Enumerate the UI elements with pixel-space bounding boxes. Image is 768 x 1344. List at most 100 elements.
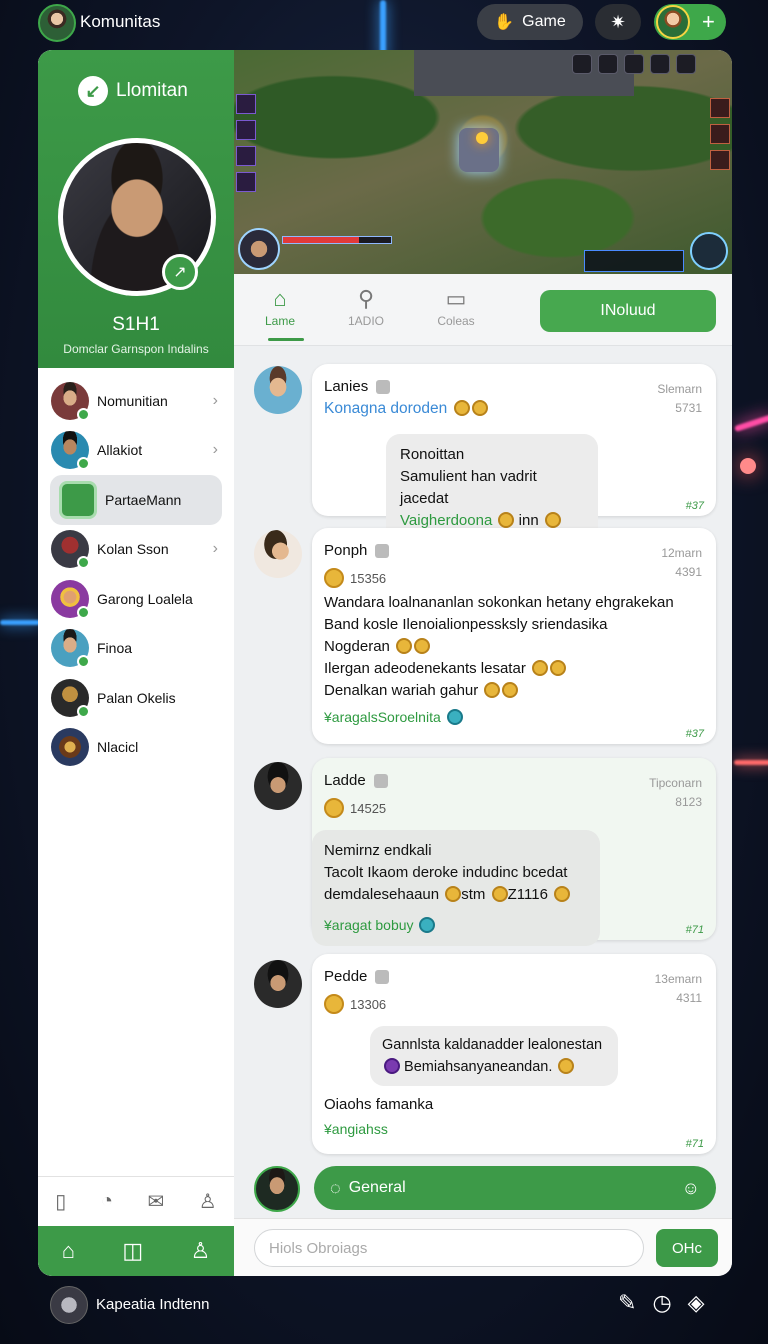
avatar[interactable] [254,530,302,578]
post-id: 4311 [676,991,702,1005]
game-screenshot[interactable] [234,50,732,274]
sidebar-item[interactable]: Finoa [38,624,234,674]
pen-icon[interactable]: ✎ [618,1290,636,1316]
sidebar-item[interactable]: Kolan Sson › [38,525,234,575]
post-card[interactable]: Pedde 13emarn 4311 13306 Gannlsta kaldana… [312,954,716,1154]
coin-icon [531,660,548,676]
quoted-message[interactable]: Ronoittan Samulient han vadrit jacedat V… [386,434,598,542]
profile-hero: ↙ Llomitan ↗ S1H1 Domclar Garnspon Indal… [38,50,234,368]
avatar[interactable] [254,762,302,810]
post-level: 15356 [324,568,386,588]
post-author: Ponph [324,542,390,559]
emoji-icon [446,709,463,725]
game-left-icons [236,94,256,192]
quote-link: Vaigherdoona [400,512,493,529]
settings-button[interactable]: ✷ [595,4,641,40]
home-icon: ⌂ [273,286,287,311]
profile-icon[interactable]: ♙ [191,1238,211,1264]
channel-selector[interactable]: ◌ General ☺ [314,1166,716,1210]
community-avatar[interactable] [38,4,76,42]
tab-home[interactable]: ⌂ Lame [250,284,310,341]
sidebar-item-active[interactable]: PartaeMann [50,475,222,525]
coin-icon [445,886,462,902]
sidebar-item[interactable]: Palan Okelis [38,673,234,723]
tab-action-button[interactable]: INoluud [540,290,716,332]
neon-streak [734,760,768,765]
clipboard-icon[interactable]: ▯ [55,1189,66,1214]
quote-line: demdalesehaaun [324,886,440,903]
coin-icon [558,1058,575,1074]
send-button[interactable]: OHc [656,1229,718,1267]
sidebar-item[interactable]: Nlacicl [38,723,234,773]
app-window: ↙ Llomitan ↗ S1H1 Domclar Garnspon Indal… [38,50,732,1276]
message-input[interactable] [254,1229,644,1267]
book-icon[interactable]: ◫ [122,1238,143,1264]
post-link[interactable]: ¥aragat bobuy [324,917,414,933]
avatar[interactable] [254,1166,300,1212]
plus-icon: + [702,9,715,34]
post-id: 5731 [675,401,702,415]
post-link[interactable]: ¥angiahss [324,1118,388,1140]
neon-streak [734,413,768,433]
user-switch-icon[interactable]: ☺ [682,1178,700,1199]
sidebar-item-label: Nomunitian [97,392,168,409]
post-username: Ponph [324,542,368,559]
post-card[interactable]: Lanies Slemarn 5731 Konagna doroden Ronoi… [312,364,716,542]
avatar [59,480,97,519]
post-username: Pedde [324,968,368,985]
sidebar-nav: ⌂ ◫ ♙ [38,1226,234,1276]
post-line[interactable]: Konagna doroden [324,398,488,420]
sidebar-item[interactable]: Nomunitian › [38,376,234,426]
sidebar-item-label: Garong Loalela [97,590,193,607]
verified-badge-icon: ↗ [162,254,198,290]
sidebar-item[interactable]: Allakiot › [38,426,234,476]
avatar [51,728,89,767]
post-card[interactable]: Ladde Tipconarn 8123 14525 Nemirnz endkal… [312,758,716,946]
main-panel: ⌂ Lame ⚲ 1ADIO ▭ Coleas INoluud Lanies S… [234,50,732,1276]
brand: ↙ Llomitan [78,76,188,106]
post-author: Pedde [324,968,390,985]
profile-add-button[interactable]: + [654,4,726,40]
pin-icon [375,543,390,558]
post-count: #37 [685,500,704,512]
quoted-message[interactable]: Gannlsta kaldanadder lealonestan Bemiahs… [370,1026,618,1086]
avatar[interactable] [50,1286,88,1324]
sidebar-item[interactable]: Garong Loalela [38,574,234,624]
home-icon[interactable]: ⌂ [62,1238,75,1264]
app-title: Komunitas [80,12,161,31]
coin-icon [491,886,508,902]
game-button[interactable]: ✋ Game [477,4,583,40]
post-card[interactable]: Ponph 12marn 4391 15356 Wandara loalnanan… [312,528,716,744]
level-badge-icon [324,994,344,1014]
post-time: Slemarn [657,382,702,396]
quote-suffix: inn [518,512,539,529]
community-list: Nomunitian › Allakiot › PartaeMann Kolan… [38,376,234,772]
post-link: Konagna doroden [324,400,448,417]
thumb-icon: ✋ [494,14,515,31]
coin-icon [498,512,515,528]
chat-icon: ◌ [330,1177,341,1198]
post-author: Ladde [324,772,388,789]
tab-label: Coleas [437,314,475,328]
tab-audio[interactable]: ⚲ 1ADIO [336,284,396,328]
post-link[interactable]: ¥aragalsSoroelnita [324,709,441,725]
bottom-bar-icons: ✎ ◷ ◈ [618,1290,705,1316]
post-id: 4391 [675,565,702,579]
avatar[interactable] [254,960,302,1008]
avatar[interactable] [254,366,302,414]
coin-icon [414,638,431,654]
post-level-value: 15356 [350,570,387,586]
gamepad-icon[interactable]: ◔ [101,1190,113,1213]
user-icon[interactable]: ♙ [199,1189,217,1214]
sidebar-item-label: Finoa [97,640,133,657]
tab-label: 1ADIO [347,314,384,328]
quote-line: Tacolt Ikaom deroke indudinc bcedat [324,864,568,881]
post-id: 8123 [675,795,702,809]
chart-icon[interactable]: ◈ [688,1290,705,1316]
post-meta: 13emarn 4311 [655,970,702,1008]
tab-coleas[interactable]: ▭ Coleas [426,284,486,328]
mail-icon[interactable]: ✉ [147,1189,164,1214]
quoted-message[interactable]: Nemirnz endkali Tacolt Ikaom deroke indu… [312,830,600,946]
clock-icon[interactable]: ◷ [652,1290,671,1316]
post-author: Lanies [324,378,391,395]
